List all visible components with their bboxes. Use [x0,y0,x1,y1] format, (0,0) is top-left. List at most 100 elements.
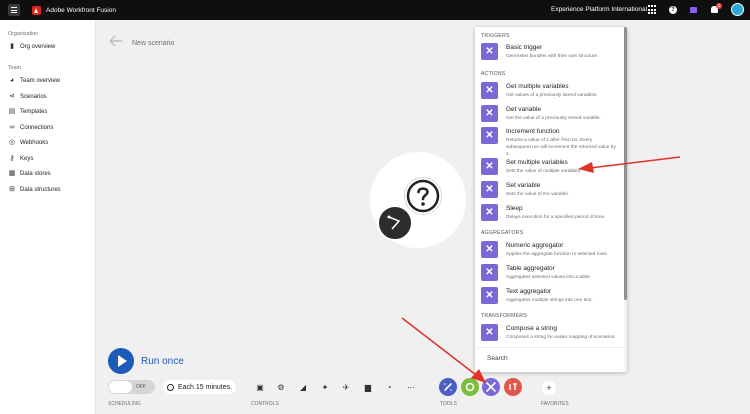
category-actions: ACTIONS [481,71,506,77]
tools-tool[interactable] [461,378,479,396]
module-title: Table aggregator [506,265,555,272]
sidebar-item-team-overview[interactable]: ◕ Team overview [8,76,60,86]
module-description: Get the value of a previously stored var… [506,116,601,121]
text-parser-icon [509,383,517,390]
sidebar-item-webhooks[interactable]: ◎ Webhooks [8,138,48,148]
module-title: Set multiple variables [506,159,568,166]
run-once-label[interactable]: Run once [141,356,184,367]
sidebar: Organization ▮ Org overview Team ◕ Team … [0,20,96,414]
module-title: Compose a string [506,325,557,332]
module-title: Numeric aggregator [506,242,564,249]
sidebar-item-scenarios[interactable]: ⋖ Scenarios [8,92,47,102]
link-icon: ∞ [9,124,15,131]
sidebar-item-label: Org overview [20,44,56,50]
run-once-button[interactable] [108,348,134,374]
templates-icon: ▤ [8,108,16,115]
flow-icon [444,383,452,391]
apps-grid-icon[interactable] [648,5,658,15]
sidebar-item-keys[interactable]: ⚷ Keys [8,154,33,164]
airplane-icon[interactable]: ✈ [339,381,353,395]
more-icon[interactable]: ⋯ [404,381,418,395]
briefcase-icon[interactable]: ▆ [361,381,375,395]
module-sleep[interactable]: ✕ Sleep Delays execution for a specified… [481,203,621,225]
module-set-multiple-variables[interactable]: ✕ Set multiple variables Sets the value … [481,157,621,179]
category-transformers: TRANSFORMERS [481,313,527,319]
scheduler-clock-icon[interactable] [377,205,413,241]
scenario-name[interactable]: New scenario [132,40,174,47]
key-icon: ⚷ [9,155,15,162]
tools-icon: ✕ [481,105,498,122]
magic-wand-icon[interactable]: ✦ [318,381,332,395]
eraser-icon[interactable]: ◢ [296,381,310,395]
sidebar-section-organization: Organization [8,31,39,37]
tools-label: TOOLS [440,401,457,407]
module-get-variable[interactable]: ✕ Get variable Get the value of a previo… [481,104,621,126]
module-basic-trigger[interactable]: ✕ Basic trigger Generates bundles with t… [481,42,621,64]
module-set-variable[interactable]: ✕ Set variable Sets the value of the var… [481,180,621,202]
tools-icon: ✕ [481,264,498,281]
module-title: Increment function [506,128,560,135]
adobe-logo [32,5,41,15]
module-search-input[interactable] [487,355,607,362]
clock-icon [167,383,174,391]
module-description: Aggregates selected values into a table. [506,275,592,280]
module-description: Returns a value of 1 after first run. Ev… [506,138,616,157]
team-icon: ◕ [9,77,15,84]
scheduling-toggle[interactable] [108,380,155,394]
module-compose-a-string[interactable]: ✕ Compose a string Composes a string for… [481,323,621,345]
sidebar-item-label: Scenarios [20,94,47,100]
module-description: Applies the aggregate function to select… [506,252,609,257]
sidebar-item-templates[interactable]: ▤ Templates [8,107,48,117]
sidebar-item-data-stores[interactable]: ▦ Data stores [8,169,51,179]
avatar[interactable] [731,3,744,16]
toggle-state: OFF [136,384,146,390]
module-title: Text aggregator [506,288,552,295]
module-picker-panel: TRIGGERS ✕ Basic trigger Generates bundl… [475,27,627,372]
tools-icon: ✕ [481,158,498,175]
sidebar-item-org-overview[interactable]: ▮ Org overview [8,42,55,52]
module-title: Basic trigger [506,44,543,51]
category-aggregators: AGGREGATORS [481,230,524,236]
tools-icon: ✕ [481,43,498,60]
history-icon[interactable]: ◔ [382,381,396,395]
module-numeric-aggregator[interactable]: ✕ Numeric aggregator Applies the aggrega… [481,240,621,262]
module-title: Set variable [506,182,541,189]
module-get-multiple-variables[interactable]: ✕ Get multiple variables Get values of a… [481,81,621,103]
save-icon[interactable]: ▣ [253,381,267,395]
module-table-aggregator[interactable]: ✕ Table aggregator Aggregates selected v… [481,263,621,285]
sidebar-item-data-structures[interactable]: ⊞ Data structures [8,185,61,195]
bar-chart-icon: ▮ [10,43,14,50]
module-description: Sets the value of multiple variables. [506,169,582,174]
sidebar-item-label: Connections [20,125,54,131]
org-switcher[interactable]: Experience Platform International [551,6,647,13]
sidebar-item-connections[interactable]: ∞ Connections [8,123,54,133]
sidebar-item-label: Data structures [20,187,61,193]
panel-scrollbar-thumb[interactable] [624,27,627,300]
module-description: Sets the value of the variable. [506,192,570,197]
gift-icon[interactable] [690,7,697,13]
notification-badge: 1 [716,3,722,9]
module-description: Composes a string for easier mapping of … [506,335,616,340]
text-parser-tool[interactable] [504,378,522,396]
tools-icon: ✕ [481,324,498,341]
tools-icon: ✕ [481,287,498,304]
settings-icon[interactable]: ⚙ [274,381,288,395]
data-structure-icon: ⊞ [9,186,15,193]
module-title: Get variable [506,106,542,113]
help-icon[interactable]: ? [669,6,677,14]
add-favorite-button[interactable]: + [542,381,556,395]
hamburger-menu-icon[interactable] [8,4,20,16]
flow-control-tool[interactable] [439,378,457,396]
tools-icon: ✕ [481,204,498,221]
module-text-aggregator[interactable]: ✕ Text aggregator Aggregates multiple st… [481,286,621,308]
database-icon: ▦ [8,170,16,177]
variables-tool[interactable] [482,378,500,396]
module-search [475,347,624,372]
module-increment-function[interactable]: ✕ Increment function Returns a value of … [481,126,621,157]
sidebar-item-label: Data stores [20,171,51,177]
module-title: Sleep [506,205,523,212]
module-description: Delays execution for a specified period … [506,215,606,220]
schedule-setting[interactable]: Each 15 minutes. [163,380,237,394]
sidebar-item-label: Team overview [20,78,61,84]
back-arrow-icon[interactable] [109,35,123,47]
